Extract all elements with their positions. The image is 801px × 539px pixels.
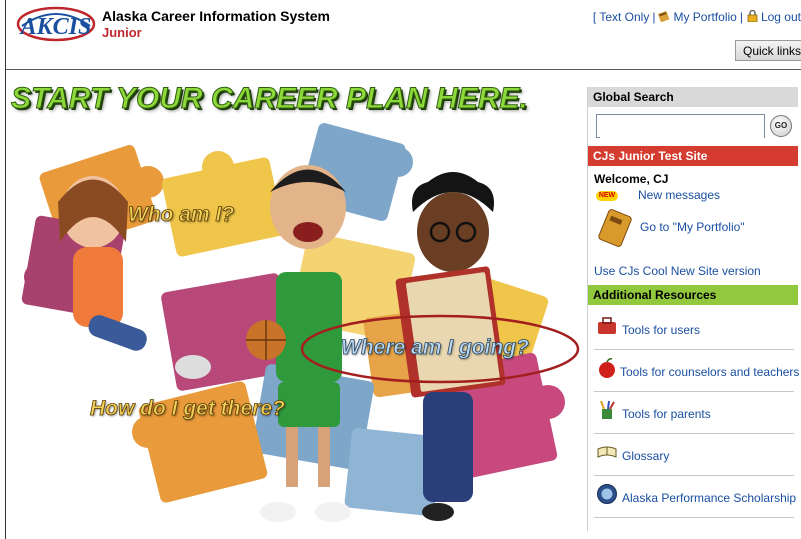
app-subtitle: Junior [102, 25, 142, 40]
header-divider [6, 69, 801, 70]
where-am-i-going-text[interactable]: Where am I going? [341, 336, 530, 360]
resource-item-tools-counselors[interactable]: Tools for counselors and teachers [594, 349, 799, 392]
seal-icon [597, 484, 617, 504]
resource-label: Alaska Performance Scholarship [622, 491, 797, 505]
resource-item-tools-parents[interactable]: Tools for parents [594, 391, 794, 434]
resource-label: Tools for counselors and teachers [620, 365, 800, 379]
hero-banner: START YOUR CAREER PLAN HERE. Who am I? W… [8, 72, 585, 539]
toolbox-icon [598, 317, 616, 334]
app-title: Alaska Career Information System [102, 8, 330, 24]
global-search-header: Global Search [588, 87, 798, 107]
welcome-text: Welcome, CJ [594, 172, 669, 186]
text-only-link[interactable]: [ Text Only [593, 10, 649, 24]
portfolio-icon [658, 11, 670, 22]
hero-illustration [21, 123, 580, 522]
top-links: [ Text Only | My Portfolio | Log out [593, 10, 801, 24]
left-border [5, 0, 6, 539]
book-icon [597, 446, 617, 458]
search-input[interactable] [600, 116, 764, 138]
new-badge: NEW [596, 191, 618, 201]
resource-item-tools-users[interactable]: Tools for users [594, 307, 794, 350]
lock-icon [747, 10, 758, 22]
resource-item-glossary[interactable]: Glossary [594, 433, 794, 476]
akcis-logo[interactable]: AKCIS [16, 4, 96, 50]
log-out-link[interactable]: Log out [761, 10, 801, 24]
apple-icon [599, 358, 615, 378]
search-box [596, 114, 765, 138]
svg-text:AKCIS: AKCIS [19, 14, 92, 40]
who-am-i-text[interactable]: Who am I? [128, 203, 235, 227]
how-do-i-get-there-text[interactable]: How do I get there? [90, 397, 286, 421]
hero-title: START YOUR CAREER PLAN HERE. [11, 82, 529, 116]
go-to-portfolio-link[interactable]: Go to "My Portfolio" [640, 220, 745, 234]
resource-label: Tools for users [622, 323, 701, 337]
go-button[interactable]: GO [770, 115, 792, 137]
new-messages-link[interactable]: New messages [638, 188, 720, 202]
quick-links-dropdown[interactable]: Quick links ▾ [735, 40, 801, 61]
portfolio-book-icon[interactable] [597, 208, 633, 248]
additional-resources-header: Additional Resources [588, 285, 798, 305]
resource-item-scholarship[interactable]: Alaska Performance Scholarship [594, 475, 797, 518]
site-header: CJs Junior Test Site [588, 146, 798, 166]
resource-label: Tools for parents [622, 407, 711, 421]
quick-links-label: Quick links [743, 44, 801, 58]
pencil-cup-icon [600, 400, 615, 419]
separator: | [739, 10, 743, 24]
resource-label: Glossary [622, 449, 670, 463]
my-portfolio-link[interactable]: My Portfolio [673, 10, 736, 24]
cool-site-link[interactable]: Use CJs Cool New Site version [594, 264, 761, 278]
separator: | [652, 10, 656, 24]
right-panel: Global Search GO CJs Junior Test Site We… [587, 87, 799, 531]
page-header: AKCIS Alaska Career Information System J… [6, 0, 801, 66]
